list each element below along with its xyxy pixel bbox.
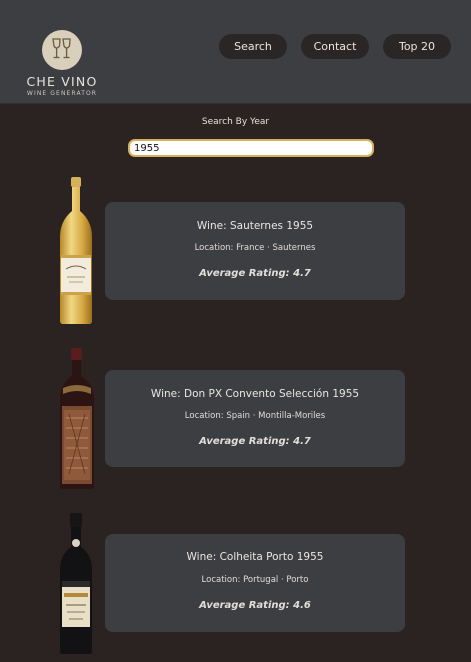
don-px-bottle-image — [60, 348, 94, 489]
sauternes-bottle-image — [60, 177, 92, 324]
wine-location: Location: Spain · Montilla-Moriles — [184, 411, 326, 421]
wine-rating: Average Rating: 4.6 — [199, 600, 311, 611]
wine-name: Wine: Sauternes 1955 — [196, 220, 314, 232]
brand-logo[interactable]: CHE VINO WINE GENERATOR — [20, 30, 104, 97]
nav-contact-button[interactable]: Contact — [301, 34, 369, 59]
wine-card[interactable]: Wine: Colheita Porto 1955 Location: Port… — [105, 534, 405, 632]
wine-location: Location: France · Sauternes — [194, 243, 316, 253]
nav-top20-button[interactable]: Top 20 — [383, 34, 451, 59]
wine-rating: Average Rating: 4.7 — [199, 268, 311, 279]
brand-name: CHE VINO — [26, 74, 98, 89]
wine-rating: Average Rating: 4.7 — [199, 436, 311, 447]
wine-name: Wine: Don PX Convento Selección 1955 — [150, 388, 360, 400]
site-header: CHE VINO WINE GENERATOR Search Contact T… — [0, 0, 471, 104]
wine-card[interactable]: Wine: Don PX Convento Selección 1955 Loc… — [105, 370, 405, 467]
wine-name: Wine: Colheita Porto 1955 — [186, 551, 324, 563]
year-search-input[interactable] — [128, 139, 374, 157]
wine-location: Location: Portugal · Porto — [201, 575, 309, 585]
wine-card[interactable]: Wine: Sauternes 1955 Location: France · … — [105, 202, 405, 300]
brand-tagline: WINE GENERATOR — [26, 90, 98, 97]
nav-search-button[interactable]: Search — [219, 34, 287, 59]
search-by-year-label: Search By Year — [201, 117, 270, 127]
wine-glasses-icon — [42, 30, 82, 70]
colheita-porto-bottle-image — [60, 513, 92, 654]
